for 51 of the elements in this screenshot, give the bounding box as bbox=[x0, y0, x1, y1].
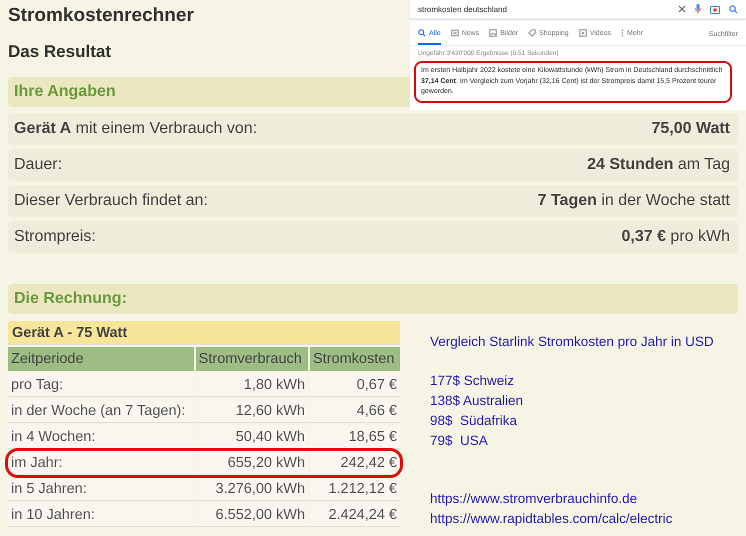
column-header: Zeitperiode bbox=[8, 347, 194, 371]
table-cell: 242,42 € bbox=[310, 451, 400, 475]
search-icon[interactable] bbox=[729, 4, 738, 14]
camera-icon[interactable] bbox=[710, 4, 720, 14]
table-cell: 18,65 € bbox=[310, 425, 400, 449]
more-icon bbox=[620, 29, 624, 37]
row-label: Strompreis: bbox=[14, 228, 96, 246]
note-line: 138$ Australien bbox=[430, 392, 524, 410]
play-icon bbox=[578, 29, 587, 37]
table-cell: pro Tag: bbox=[8, 373, 194, 397]
section-title: Das Resultat bbox=[8, 42, 111, 63]
table-cell: 655,20 kWh bbox=[196, 451, 308, 475]
newspaper-icon bbox=[450, 29, 459, 37]
table-cell: in 4 Wochen: bbox=[8, 425, 194, 449]
table-cell: 12,60 kWh bbox=[196, 399, 308, 423]
section-header: Die Rechnung: bbox=[8, 284, 738, 314]
row-label: Dauer: bbox=[14, 156, 62, 174]
table-cell: in 5 Jahren: bbox=[8, 477, 194, 501]
source-link[interactable]: https://www.rapidtables.com/calc/electric bbox=[430, 509, 714, 529]
row-value: 7 Tagen in der Woche statt bbox=[538, 192, 730, 210]
column-header: Stromverbrauch bbox=[196, 347, 308, 371]
tag-icon bbox=[528, 29, 536, 37]
row-value: 75,00 Watt bbox=[651, 120, 730, 138]
row-label: Dieser Verbrauch findet an: bbox=[14, 192, 208, 210]
page-title: Stromkostenrechner bbox=[8, 5, 194, 27]
table-cell: in der Woche (an 7 Tagen): bbox=[8, 399, 194, 423]
note-line: 177$ Schweiz bbox=[430, 372, 516, 390]
table-cell: 1.212,12 € bbox=[310, 477, 400, 501]
table-cell: im Jahr: bbox=[8, 451, 194, 475]
row-label: Gerät A mit einem Verbrauch von: bbox=[14, 120, 258, 138]
column-header: Stromkosten bbox=[310, 347, 400, 371]
table-cell: 0,67 € bbox=[310, 373, 400, 397]
note-heading: Vergleich Starlink Stromkosten pro Jahr in USD bbox=[430, 333, 714, 351]
table-cell: in 10 Jahren: bbox=[8, 503, 194, 527]
source-link[interactable]: https://www.stromverbrauchinfo.de bbox=[430, 489, 714, 509]
note-line: 79$ USA bbox=[430, 432, 489, 450]
table-caption: Gerät A - 75 Watt bbox=[8, 321, 400, 345]
table-cell: 2.424,24 € bbox=[310, 503, 400, 527]
close-icon[interactable] bbox=[678, 5, 686, 13]
row-value: 24 Stunden am Tag bbox=[587, 156, 730, 174]
table-cell: 3.276,00 kWh bbox=[196, 477, 308, 501]
search-query[interactable]: stromkosten deutschland bbox=[418, 4, 678, 14]
image-icon bbox=[489, 29, 498, 37]
table-cell: 1,80 kWh bbox=[196, 373, 308, 397]
table-cell: 50,40 kWh bbox=[196, 425, 308, 449]
note-line: 98$ Südafrika bbox=[430, 412, 518, 430]
table-cell: 6.552,00 kWh bbox=[196, 503, 308, 527]
search-icon bbox=[418, 29, 426, 37]
row-value: 0,37 € pro kWh bbox=[622, 228, 730, 246]
table-cell: 4,66 € bbox=[310, 399, 400, 423]
microphone-icon[interactable] bbox=[695, 4, 701, 14]
